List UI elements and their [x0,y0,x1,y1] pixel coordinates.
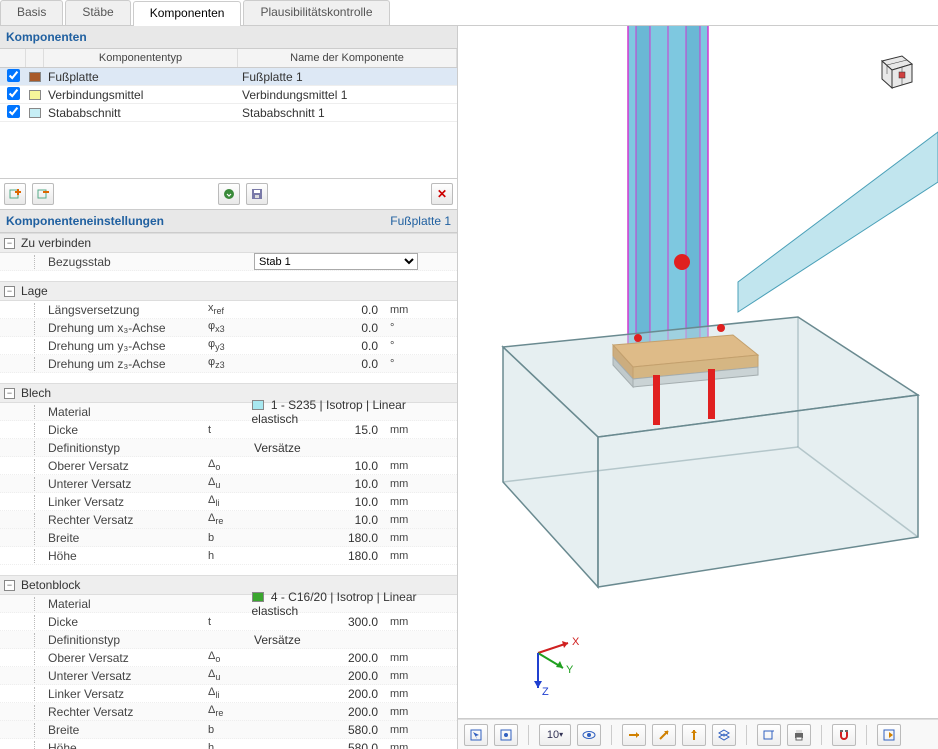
components-header: Komponenten [0,26,457,49]
prop-concrete-width[interactable]: Breite b 580.0 mm [0,721,457,739]
move-y-button[interactable] [652,724,676,746]
components-table: Komponententyp Name der Komponente Fußpl… [0,49,457,179]
col-header-name: Name der Komponente [238,49,457,67]
import-button[interactable] [218,183,240,205]
col-header-type: Komponententyp [44,49,238,67]
layers-button[interactable] [712,724,736,746]
tab-staebe[interactable]: Stäbe [65,0,130,25]
move-x-button[interactable] [622,724,646,746]
component-row[interactable]: VerbindungsmittelVerbindungsmittel 1 [0,86,457,104]
component-color-swatch [29,108,41,118]
3d-viewport[interactable]: X Y Z [458,26,938,719]
prop-concrete-offset[interactable]: Rechter VersatzΔre200.0mm [0,703,457,721]
move-z-button[interactable] [682,724,706,746]
group-connect[interactable]: − Zu verbinden [0,233,457,253]
component-visibility-checkbox[interactable] [7,105,20,118]
collapse-icon[interactable]: − [4,286,15,297]
prop-position-row[interactable]: Drehung um y₃-Achseφy30.0° [0,337,457,355]
save-button[interactable] [246,183,268,205]
group-position[interactable]: − Lage [0,281,457,301]
print-button[interactable] [787,724,811,746]
tab-basis[interactable]: Basis [0,0,63,25]
prop-concrete-thickness[interactable]: Dicke t 300.0 mm [0,613,457,631]
components-toolbar: ✕ [0,179,457,210]
material-color-swatch [252,400,264,410]
new-component-button[interactable] [4,183,26,205]
select-mode-button[interactable] [464,724,488,746]
prop-concrete-offset[interactable]: Oberer VersatzΔo200.0mm [0,649,457,667]
component-type: Verbindungsmittel [44,88,238,102]
settings-context: Fußplatte 1 [390,214,451,228]
prop-reference-member: Bezugsstab Stab 1 [0,253,457,271]
visibility-button[interactable] [577,724,601,746]
prop-plate-offset[interactable]: Rechter VersatzΔre10.0mm [0,511,457,529]
prop-plate-offset[interactable]: Linker VersatzΔli10.0mm [0,493,457,511]
component-name: Verbindungsmittel 1 [238,88,457,102]
prop-plate-offset[interactable]: Unterer VersatzΔu10.0mm [0,475,457,493]
magnet-button[interactable] [832,724,856,746]
component-type: Fußplatte [44,70,238,84]
expand-button[interactable] [877,724,901,746]
collapse-icon[interactable]: − [4,388,15,399]
prop-concrete-height[interactable]: Höhe h 580.0 mm [0,739,457,749]
component-row[interactable]: FußplatteFußplatte 1 [0,68,457,86]
material-color-swatch [252,592,264,602]
component-color-swatch [29,90,41,100]
svg-text:Z: Z [542,686,549,698]
reference-member-select[interactable]: Stab 1 [254,253,418,270]
render-mode-button[interactable] [757,724,781,746]
component-name: Fußplatte 1 [238,70,457,84]
component-visibility-checkbox[interactable] [7,87,20,100]
components-title: Komponenten [6,30,87,44]
prop-concrete-material[interactable]: Material 4 - C16/20 | Isotrop | Linear e… [0,595,457,613]
svg-text:Y: Y [566,664,574,676]
tab-komponenten[interactable]: Komponenten [133,1,242,26]
tab-plausibilitaet[interactable]: Plausibilitätskontrolle [243,0,389,25]
property-grid: − Zu verbinden Bezugsstab Stab 1 − Lage … [0,233,457,749]
component-color-swatch [29,72,41,82]
view-cube[interactable] [872,46,918,92]
prop-position-row[interactable]: Drehung um z₃-Achseφz30.0° [0,355,457,373]
prop-concrete-deftype[interactable]: Definitionstyp Versätze [0,631,457,649]
component-visibility-checkbox[interactable] [7,69,20,82]
component-name: Stababschnitt 1 [238,106,457,120]
collapse-icon[interactable]: − [4,580,15,591]
pan-mode-button[interactable] [494,724,518,746]
component-type: Stababschnitt [44,106,238,120]
prop-plate-thickness[interactable]: Dicke t 15.0 mm [0,421,457,439]
prop-plate-height[interactable]: Höhe h 180.0 mm [0,547,457,565]
prop-plate-deftype[interactable]: Definitionstyp Versätze [0,439,457,457]
close-button[interactable]: ✕ [431,183,453,205]
tab-bar: Basis Stäbe Komponenten Plausibilitätsko… [0,0,938,26]
component-row[interactable]: StababschnittStababschnitt 1 [0,104,457,122]
settings-title: Komponenteneinstellungen [6,214,164,228]
axis-gizmo: X Y Z [518,623,598,706]
prop-plate-offset[interactable]: Oberer VersatzΔo10.0mm [0,457,457,475]
delete-component-button[interactable] [32,183,54,205]
prop-plate-width[interactable]: Breite b 180.0 mm [0,529,457,547]
svg-text:X: X [572,636,580,648]
viewport-toolbar: 10▾ [458,719,938,749]
prop-position-row[interactable]: Längsversetzungxref0.0mm [0,301,457,319]
collapse-icon[interactable]: − [4,238,15,249]
settings-header: Komponenteneinstellungen Fußplatte 1 [0,210,457,233]
font-size-selector[interactable]: 10▾ [539,724,571,746]
prop-concrete-offset[interactable]: Linker VersatzΔli200.0mm [0,685,457,703]
prop-plate-material[interactable]: Material 1 - S235 | Isotrop | Linear ela… [0,403,457,421]
prop-position-row[interactable]: Drehung um x₃-Achseφx30.0° [0,319,457,337]
prop-concrete-offset[interactable]: Unterer VersatzΔu200.0mm [0,667,457,685]
